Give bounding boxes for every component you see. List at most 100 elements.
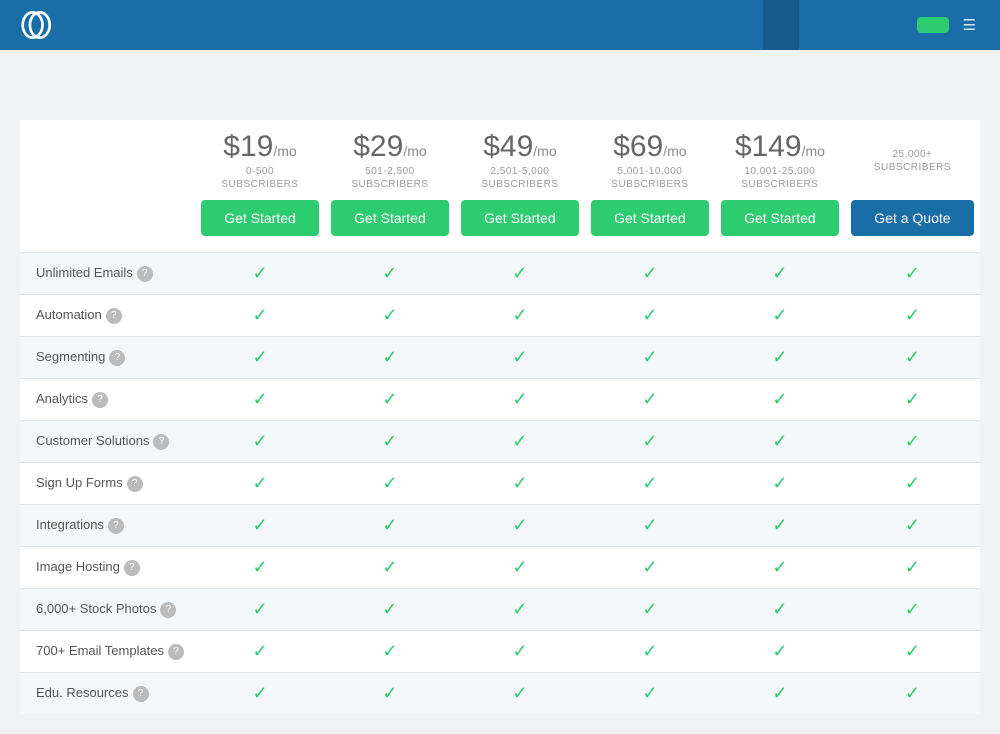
plan-1-price-per: /mo — [273, 143, 296, 159]
feature-check-5: ✓ — [845, 379, 980, 421]
checkmark-icon: ✓ — [772, 599, 787, 619]
empty-label-cell — [20, 120, 195, 194]
feature-label: Automation? — [20, 295, 195, 337]
plan-6-header: 25,000+ SUBSCRIBERS — [845, 120, 980, 194]
checkmark-icon: ✓ — [905, 431, 920, 451]
help-icon[interactable]: ? — [124, 560, 140, 576]
feature-check-0: ✓ — [195, 253, 325, 295]
checkmark-icon: ✓ — [772, 431, 787, 451]
plan-2-label: SUBSCRIBERS — [331, 179, 449, 190]
plan-1-header: $19/mo 0-500 SUBSCRIBERS — [195, 120, 325, 194]
checkmark-icon: ✓ — [772, 389, 787, 409]
feature-check-3: ✓ — [585, 631, 715, 673]
hamburger-icon: ☰ — [963, 16, 976, 34]
feature-check-4: ✓ — [715, 505, 845, 547]
help-icon[interactable]: ? — [106, 308, 122, 324]
checkmark-icon: ✓ — [512, 557, 527, 577]
help-icon[interactable]: ? — [160, 602, 176, 618]
plan-2-get-started-button[interactable]: Get Started — [331, 200, 449, 236]
feature-check-4: ✓ — [715, 631, 845, 673]
help-icon[interactable]: ? — [133, 686, 149, 702]
feature-check-3: ✓ — [585, 463, 715, 505]
feature-check-4: ✓ — [715, 253, 845, 295]
plan-4-get-started-button[interactable]: Get Started — [591, 200, 709, 236]
checkmark-icon: ✓ — [382, 305, 397, 325]
feature-check-1: ✓ — [325, 547, 455, 589]
checkmark-icon: ✓ — [252, 683, 267, 703]
checkmark-icon: ✓ — [252, 389, 267, 409]
help-icon[interactable]: ? — [109, 350, 125, 366]
feature-check-0: ✓ — [195, 589, 325, 631]
feature-check-1: ✓ — [325, 379, 455, 421]
plan-1-price-value: $19 — [223, 130, 273, 163]
nav-menu[interactable]: ☰ — [963, 16, 980, 34]
nav-sign-in[interactable] — [871, 0, 907, 50]
feature-label-text: Analytics — [36, 391, 88, 406]
help-icon[interactable]: ? — [127, 476, 143, 492]
nav-blog[interactable] — [799, 0, 835, 50]
checkmark-icon: ✓ — [512, 683, 527, 703]
table-row: Integrations?✓✓✓✓✓✓ — [20, 505, 980, 547]
feature-check-2: ✓ — [455, 379, 585, 421]
checkmark-icon: ✓ — [512, 641, 527, 661]
feature-check-2: ✓ — [455, 547, 585, 589]
feature-check-4: ✓ — [715, 379, 845, 421]
checkmark-icon: ✓ — [382, 473, 397, 493]
feature-label: Integrations? — [20, 505, 195, 547]
feature-label: 700+ Email Templates? — [20, 631, 195, 673]
plan-2-btn-cell: Get Started — [325, 194, 455, 253]
checkmark-icon: ✓ — [252, 515, 267, 535]
plan-4-label: SUBSCRIBERS — [591, 179, 709, 190]
nav-new-features[interactable] — [835, 0, 871, 50]
navigation: ☰ — [0, 0, 1000, 50]
help-icon[interactable]: ? — [92, 392, 108, 408]
feature-label-text: Edu. Resources — [36, 685, 129, 700]
plan-3-price-per: /mo — [533, 143, 556, 159]
feature-check-2: ✓ — [455, 505, 585, 547]
help-icon[interactable]: ? — [108, 518, 124, 534]
plan-3-get-started-button[interactable]: Get Started — [461, 200, 579, 236]
free-trial-button[interactable] — [917, 17, 949, 33]
checkmark-icon: ✓ — [772, 641, 787, 661]
features-body: Unlimited Emails?✓✓✓✓✓✓Automation?✓✓✓✓✓✓… — [20, 253, 980, 715]
checkmark-icon: ✓ — [905, 557, 920, 577]
feature-check-2: ✓ — [455, 295, 585, 337]
checkmark-icon: ✓ — [252, 557, 267, 577]
get-quote-button[interactable]: Get a Quote — [851, 200, 974, 236]
logo-icon — [20, 7, 56, 43]
checkmark-icon: ✓ — [905, 263, 920, 283]
feature-label: Sign Up Forms? — [20, 463, 195, 505]
plan-5-btn-cell: Get Started — [715, 194, 845, 253]
plan-2-price: $29/mo — [331, 130, 449, 164]
checkmark-icon: ✓ — [382, 641, 397, 661]
plan-1-range: 0-500 — [201, 166, 319, 177]
checkmark-icon: ✓ — [512, 305, 527, 325]
feature-check-3: ✓ — [585, 589, 715, 631]
feature-check-1: ✓ — [325, 673, 455, 715]
feature-label-text: Integrations — [36, 517, 104, 532]
plan-4-range: 5,001-10,000 — [591, 166, 709, 177]
plan-1-label: SUBSCRIBERS — [201, 179, 319, 190]
nav-features[interactable] — [727, 0, 763, 50]
help-icon[interactable]: ? — [168, 644, 184, 660]
checkmark-icon: ✓ — [382, 557, 397, 577]
checkmark-icon: ✓ — [642, 389, 657, 409]
help-icon[interactable]: ? — [153, 434, 169, 450]
nav-pricing[interactable] — [763, 0, 799, 50]
help-icon[interactable]: ? — [137, 266, 153, 282]
feature-check-4: ✓ — [715, 295, 845, 337]
feature-check-0: ✓ — [195, 463, 325, 505]
feature-check-0: ✓ — [195, 631, 325, 673]
feature-check-3: ✓ — [585, 379, 715, 421]
plan-1-get-started-button[interactable]: Get Started — [201, 200, 319, 236]
empty-btn-cell — [20, 194, 195, 253]
plan-6-range: 25,000+ — [851, 149, 974, 160]
checkmark-icon: ✓ — [772, 347, 787, 367]
feature-check-1: ✓ — [325, 505, 455, 547]
checkmark-icon: ✓ — [642, 683, 657, 703]
logo[interactable] — [20, 7, 64, 43]
plan-2-price-value: $29 — [353, 130, 403, 163]
checkmark-icon: ✓ — [252, 641, 267, 661]
plan-5-get-started-button[interactable]: Get Started — [721, 200, 839, 236]
checkmark-icon: ✓ — [252, 263, 267, 283]
